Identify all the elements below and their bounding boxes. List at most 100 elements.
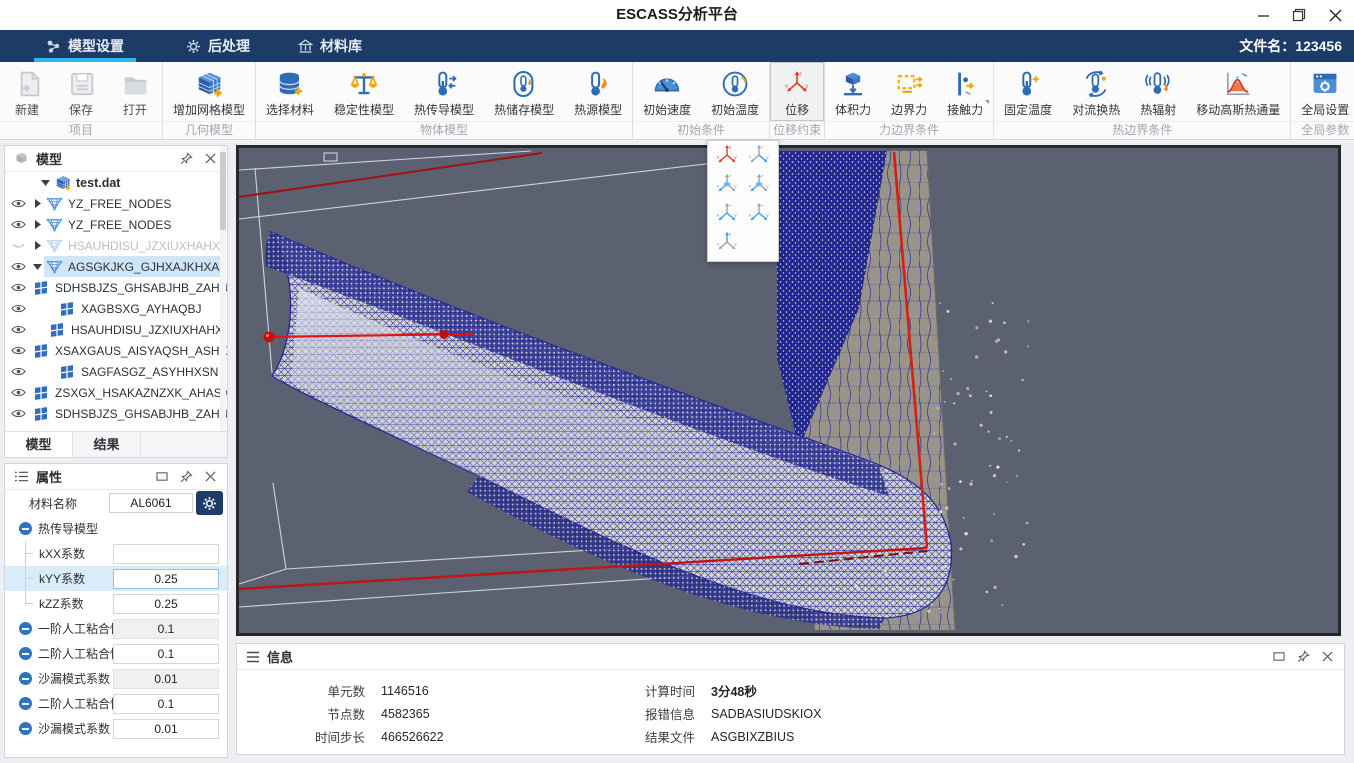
visibility-eye-icon[interactable] <box>5 345 31 356</box>
tree-node-4[interactable]: AGSGKJKG_GJHXAJKHXA <box>5 256 227 277</box>
property-value-input[interactable]: 0.1 <box>113 644 219 664</box>
displacement-option-constraint-xy-2[interactable]: z x y <box>743 201 775 229</box>
property-standalone-row-2[interactable]: 沙漏模式系数0.01 <box>5 666 227 691</box>
property-row-2[interactable]: kZZ系数0.25 <box>5 591 227 616</box>
close-button[interactable] <box>1318 0 1352 30</box>
property-standalone-row-4[interactable]: 沙漏模式系数0.01 <box>5 716 227 741</box>
tree-node-9[interactable]: SAGFASGZ_ASYHHXSN <box>5 361 227 382</box>
caret-right-icon[interactable] <box>31 199 44 208</box>
visibility-hidden-icon[interactable] <box>5 240 31 251</box>
visibility-eye-icon[interactable] <box>5 198 31 209</box>
property-value-input[interactable]: 0.01 <box>113 669 219 689</box>
tree-node-6[interactable]: XAGBSXG_AYHAQBJ <box>5 298 227 319</box>
collapse-minus-icon[interactable] <box>19 622 32 635</box>
visibility-eye-icon[interactable] <box>5 387 31 398</box>
property-value-input[interactable]: 0.1 <box>113 694 219 714</box>
property-value-input[interactable]: 0.01 <box>113 719 219 739</box>
tree-node-1[interactable]: YZ_FREE_NODES <box>5 193 227 214</box>
caret-down-icon[interactable] <box>31 263 44 270</box>
collapse-minus-icon[interactable] <box>19 672 32 685</box>
svg-text:z: z <box>761 144 764 149</box>
property-section-heat-conduction[interactable]: 热传导模型 <box>5 516 227 541</box>
property-row-0[interactable]: kXX系数 <box>5 541 227 566</box>
restore-panel-icon[interactable] <box>153 469 171 485</box>
tree-node-3[interactable]: HSAUHDISU_JZXIUXHAHX <box>5 235 227 256</box>
displacement-option-constraint-xyz[interactable]: z x y <box>743 143 775 171</box>
model-panel-tab-model[interactable]: 模型 <box>5 432 73 457</box>
toolbar-button-balance-scale[interactable]: 稳定性模型 <box>324 62 404 121</box>
material-settings-button[interactable] <box>196 491 223 515</box>
toolbar-button-add-mesh-cube[interactable]: 增加网格模型 <box>163 62 255 121</box>
material-name-input[interactable]: AL6061 <box>109 493 193 513</box>
toolbar-button-axis-red[interactable]: z x y位移 <box>770 62 824 121</box>
close-icon[interactable] <box>1318 649 1336 665</box>
caret-right-icon[interactable] <box>31 241 44 250</box>
displacement-option-constraint-xyz-free[interactable]: z x y <box>711 143 743 171</box>
toolbar-button-thermo-source[interactable]: 热源模型 <box>564 62 632 121</box>
toolbar-button-speed-gauge[interactable]: 初始速度 <box>633 62 701 121</box>
tab-post-process[interactable]: 后处理 <box>186 30 250 62</box>
close-icon[interactable] <box>201 469 219 485</box>
tree-node-11[interactable]: SDHSBJZS_GHSABJHB_ZAHU <box>5 403 227 424</box>
tree-node-7[interactable]: HSAUHDISU_JZXIUXHAHX <box>5 319 227 340</box>
tree-node-2[interactable]: YZ_FREE_NODES <box>5 214 227 235</box>
toolbar-button-body-force[interactable]: 体积力 <box>825 62 881 121</box>
toolbar-button-thermo-radiate[interactable]: 热辐射 <box>1130 62 1186 121</box>
toolbar-button-open-folder[interactable]: 打开 <box>108 62 162 121</box>
toolbar-button-boundary-force[interactable]: 边界力 <box>881 62 937 121</box>
restore-button[interactable] <box>1282 0 1316 30</box>
visibility-eye-icon[interactable] <box>5 324 31 335</box>
toolbar-button-thermo-convect[interactable]: 对流换热 <box>1062 62 1130 121</box>
toolbar-button-thermo-storage[interactable]: 热储存模型 <box>484 62 564 121</box>
toolbar-button-global-settings[interactable]: 全局设置 <box>1291 62 1354 121</box>
visibility-eye-icon[interactable] <box>5 366 31 377</box>
visibility-eye-icon[interactable] <box>5 261 31 272</box>
property-standalone-row-0[interactable]: 一阶人工粘合性0.1 <box>5 616 227 641</box>
toolbar-button-gauss-flux[interactable]: 移动高斯热通量 <box>1186 62 1290 121</box>
pin-icon[interactable] <box>177 469 195 485</box>
tab-model-settings[interactable]: 模型设置 <box>46 30 124 62</box>
toolbar-button-save-file[interactable]: 保存 <box>54 62 108 121</box>
collapse-minus-icon[interactable] <box>19 522 32 535</box>
tree-node-5[interactable]: SDHSBJZS_GHSABJHB_ZAHU <box>5 277 227 298</box>
pin-icon[interactable] <box>177 151 195 167</box>
displacement-option-constraint-face-1[interactable]: z x y <box>711 172 743 200</box>
pin-icon[interactable] <box>1294 649 1312 665</box>
property-value-input[interactable]: 0.25 <box>113 569 219 589</box>
property-value-input[interactable] <box>113 544 219 564</box>
toolbar-button-contact-force[interactable]: 接触力 <box>937 62 993 121</box>
caret-down-icon[interactable] <box>39 179 52 186</box>
tab-material-library[interactable]: 材料库 <box>298 30 362 62</box>
visibility-eye-icon[interactable] <box>5 219 31 230</box>
collapse-minus-icon[interactable] <box>19 722 32 735</box>
property-row-1[interactable]: kYY系数0.25 <box>5 566 227 591</box>
toolbar-button-thermo-fixed[interactable]: 固定温度 <box>994 62 1062 121</box>
viewport-3d[interactable] <box>236 145 1341 636</box>
visibility-eye-icon[interactable] <box>5 282 31 293</box>
property-value-input[interactable]: 0.1 <box>113 619 219 639</box>
visibility-eye-icon[interactable] <box>5 303 31 314</box>
collapse-minus-icon[interactable] <box>19 647 32 660</box>
minimize-button[interactable] <box>1246 0 1280 30</box>
visibility-eye-icon[interactable] <box>5 408 31 419</box>
property-standalone-row-1[interactable]: 二阶人工粘合性0.1 <box>5 641 227 666</box>
collapse-minus-icon[interactable] <box>19 697 32 710</box>
toolbar-button-thermo-initial[interactable]: 初始温度 <box>701 62 769 121</box>
property-standalone-row-3[interactable]: 二阶人工粘合性0.1 <box>5 691 227 716</box>
toolbar-button-thermo-conduct[interactable]: 热传导模型 <box>404 62 484 121</box>
tree-scrollbar-thumb[interactable] <box>220 152 226 230</box>
tree-node-10[interactable]: ZSXGX_HSAKAZNZXK_AHASX <box>5 382 227 403</box>
tree-scrollbar[interactable] <box>220 146 226 457</box>
toolbar-button-material-database[interactable]: 选择材料 <box>256 62 324 121</box>
restore-panel-icon[interactable] <box>1270 649 1288 665</box>
property-value-input[interactable]: 0.25 <box>113 594 219 614</box>
displacement-option-constraint-xy-1[interactable]: z x y <box>711 201 743 229</box>
model-panel-tab-results[interactable]: 结果 <box>73 432 141 457</box>
close-icon[interactable] <box>201 151 219 167</box>
displacement-option-constraint-z[interactable]: z x y <box>711 230 743 258</box>
displacement-option-constraint-face-2[interactable]: z x y <box>743 172 775 200</box>
toolbar-button-new-file[interactable]: 新建 <box>0 62 54 121</box>
tree-node-8[interactable]: XSAXGAUS_AISYAQSH_ASHX <box>5 340 227 361</box>
caret-right-icon[interactable] <box>31 220 44 229</box>
tree-node-root[interactable]: test.dat <box>5 172 227 193</box>
